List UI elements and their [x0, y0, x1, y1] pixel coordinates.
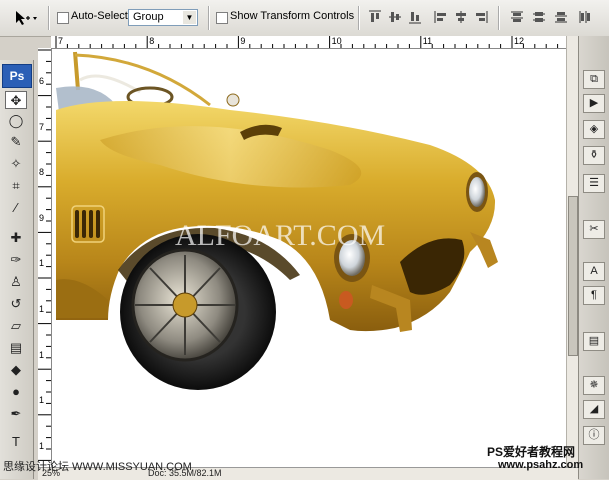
- ruler-number: 7: [58, 36, 64, 46]
- ruler-number: 1: [39, 258, 45, 269]
- auto-select-dropdown[interactable]: Group ▼: [128, 9, 198, 26]
- eraser-icon[interactable]: ▱: [5, 317, 27, 335]
- car-image: ALFOART.COM: [56, 51, 498, 390]
- watermark-right-url: www.psahz.com: [498, 459, 584, 471]
- ruler-vertical[interactable]: 6 7 8 9 1 1 1 1 1: [38, 48, 52, 467]
- ruler-number: 6: [39, 76, 45, 86]
- align-top-icon[interactable]: [368, 10, 382, 24]
- align-hcenter-icon[interactable]: [454, 10, 468, 24]
- paragraph-panel-icon[interactable]: ¶: [583, 286, 605, 305]
- ruler-number: 8: [149, 36, 155, 46]
- move-tool-icon[interactable]: ✥: [5, 91, 27, 109]
- distribute-vcenter-icon[interactable]: [532, 10, 546, 24]
- scrollbar-thumb[interactable]: [568, 196, 578, 356]
- pen-tool-icon[interactable]: ✒: [5, 405, 27, 423]
- separator: [48, 6, 50, 30]
- chevron-down-icon: ▼: [183, 11, 196, 24]
- ruler-number: 1: [39, 304, 45, 314]
- history-panel-icon[interactable]: ☰: [583, 174, 605, 193]
- ruler-number: 9: [240, 36, 246, 46]
- auto-select-label: Auto-Select:: [71, 10, 131, 22]
- align-left-icon[interactable]: [434, 10, 448, 24]
- brushes-panel-icon[interactable]: ⚱: [583, 146, 605, 165]
- magic-wand-icon[interactable]: ✧: [5, 155, 27, 173]
- watermark-right-title: PS爱好者教程网: [487, 445, 576, 459]
- toolbox: Ps ✥ ◯ ✎ ✧ ⌗ ⁄ ✚ ✑ ♙ ↺ ▱ ▤ ◆ ● ✒ T: [0, 60, 34, 479]
- options-bar: Auto-Select: Group ▼ Show Transform Cont…: [0, 0, 609, 37]
- lasso-tool-icon[interactable]: ◯: [5, 112, 27, 130]
- separator: [498, 6, 500, 30]
- ruler-ticks: [55, 36, 559, 48]
- auto-select-value: Group: [133, 11, 164, 23]
- dodge-tool-icon[interactable]: ●: [5, 383, 27, 401]
- distribute-bottom-icon[interactable]: [554, 10, 568, 24]
- tools-preset-icon[interactable]: ✂: [583, 220, 605, 239]
- ruler-number: 10: [331, 36, 342, 46]
- ruler-number: 1: [39, 440, 45, 451]
- ruler-number: 9: [39, 212, 45, 223]
- character-panel-icon[interactable]: A: [583, 262, 605, 281]
- align-right-icon[interactable]: [474, 10, 488, 24]
- separator: [358, 6, 360, 30]
- ruler-number: 12: [514, 36, 525, 46]
- actions-panel-icon[interactable]: ▶: [583, 94, 605, 113]
- navigator-panel-icon[interactable]: ✵: [583, 376, 605, 395]
- show-transform-checkbox[interactable]: [216, 12, 228, 24]
- ruler-number: 1: [39, 349, 45, 360]
- auto-select-checkbox[interactable]: [57, 12, 69, 24]
- canvas-watermark: ALFOART.COM: [175, 219, 385, 252]
- layers-panel-icon[interactable]: ◈: [583, 120, 605, 139]
- type-tool-icon[interactable]: T: [5, 433, 27, 451]
- panel-dock: ⧉ ▶ ◈ ⚱ ☰ ✂ A ¶ ▤ ✵ ◢ ⓘ: [578, 36, 609, 479]
- ps-logo: Ps: [2, 64, 32, 88]
- healing-brush-icon[interactable]: ✚: [5, 229, 27, 247]
- ruler-horizontal[interactable]: 789101112131415: [51, 36, 567, 49]
- distribute-left-icon[interactable]: [578, 10, 592, 24]
- separator: [208, 6, 210, 30]
- move-tool-preset-icon[interactable]: [8, 9, 38, 27]
- brush-tool-icon[interactable]: ✑: [5, 251, 27, 269]
- watermark-left: 思缘设计论坛 WWW.MISSYUAN.COM: [3, 461, 192, 473]
- align-bottom-icon[interactable]: [408, 10, 422, 24]
- ruler-number: 7: [39, 121, 45, 132]
- clone-stamp-icon[interactable]: ♙: [5, 273, 27, 291]
- gradient-icon[interactable]: ▤: [5, 339, 27, 357]
- align-vcenter-icon[interactable]: [388, 10, 402, 24]
- history-brush-icon[interactable]: ↺: [5, 295, 27, 313]
- blur-tool-icon[interactable]: ◆: [5, 361, 27, 379]
- distribute-top-icon[interactable]: [510, 10, 524, 24]
- eyedropper-icon[interactable]: ⁄: [5, 199, 27, 217]
- histogram-panel-icon[interactable]: ◢: [583, 400, 605, 419]
- ruler-number: 11: [422, 36, 433, 46]
- notes-panel-icon[interactable]: ▤: [583, 332, 605, 351]
- crop-tool-icon[interactable]: ⌗: [5, 177, 27, 195]
- show-transform-label: Show Transform Controls: [230, 10, 355, 22]
- quick-select-tool-icon[interactable]: ✎: [5, 133, 27, 151]
- info-panel-icon[interactable]: ⓘ: [583, 426, 605, 445]
- document-canvas[interactable]: ALFOART.COM: [52, 49, 566, 467]
- ruler-number: 1: [39, 395, 45, 406]
- ruler-number: 8: [39, 167, 45, 178]
- channels-panel-icon[interactable]: ⧉: [583, 70, 605, 89]
